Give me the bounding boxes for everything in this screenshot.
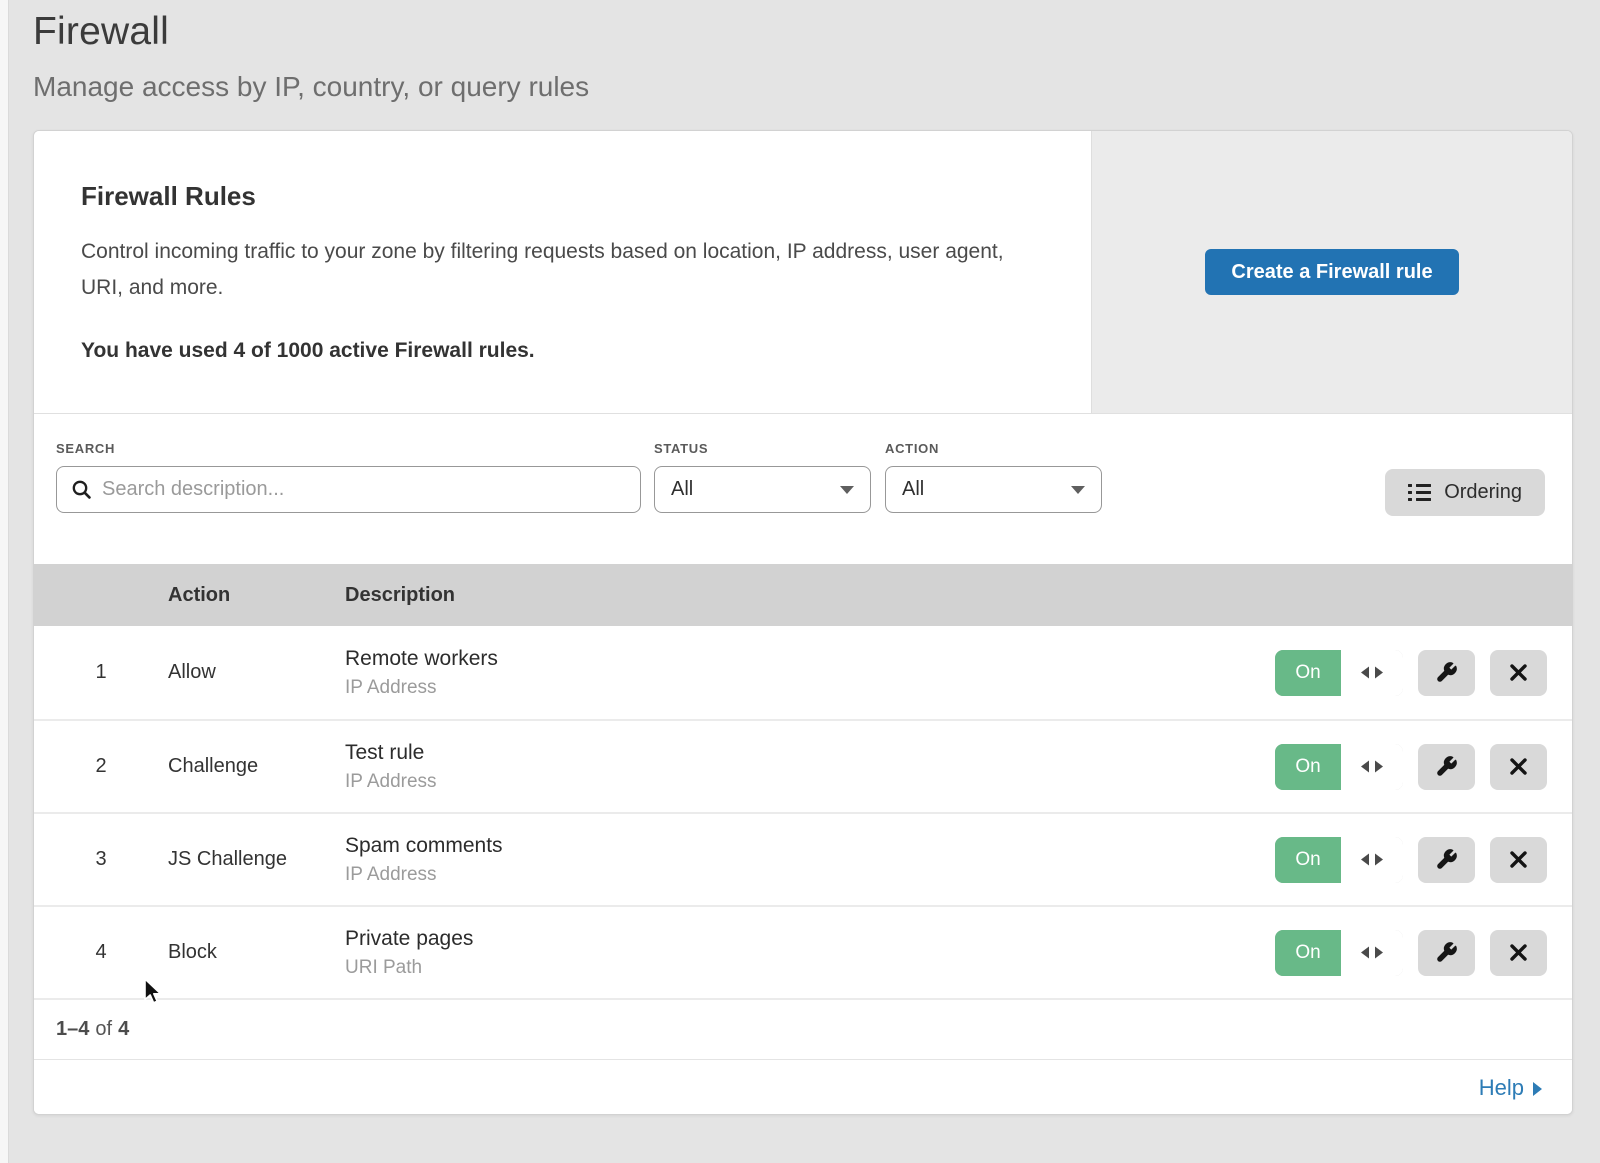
wrench-icon: [1435, 848, 1458, 871]
toggle-on-label: On: [1275, 930, 1341, 976]
column-header-action: Action: [168, 584, 345, 607]
edit-rule-button[interactable]: [1418, 930, 1475, 976]
rule-action: Allow: [168, 661, 345, 684]
delete-rule-button[interactable]: [1490, 930, 1547, 976]
section-heading: Firewall Rules: [81, 181, 1031, 212]
status-filter-group: STATUS All: [654, 441, 871, 513]
search-label: SEARCH: [56, 441, 641, 456]
filters-bar: SEARCH STATUS All ACTION: [34, 414, 1572, 564]
pagination: 1–4 of 4: [34, 998, 1572, 1059]
delete-rule-button[interactable]: [1490, 650, 1547, 696]
left-right-arrows-icon: [1360, 760, 1384, 773]
edit-rule-button[interactable]: [1418, 650, 1475, 696]
help-link[interactable]: Help: [1479, 1075, 1542, 1101]
search-filter-group: SEARCH: [56, 441, 641, 513]
table-row: 2 Challenge Test rule IP Address On: [34, 719, 1572, 812]
rule-description: Spam comments: [345, 834, 1275, 858]
pagination-of: of: [95, 1018, 112, 1041]
page-title: Firewall: [33, 10, 1573, 54]
rule-match-type: IP Address: [345, 677, 1275, 699]
table-header: Action Description: [34, 564, 1572, 626]
action-select[interactable]: All: [885, 466, 1102, 513]
rule-enabled-toggle[interactable]: On: [1275, 930, 1403, 976]
firewall-rules-card: Firewall Rules Control incoming traffic …: [33, 130, 1573, 1115]
create-firewall-rule-button[interactable]: Create a Firewall rule: [1205, 249, 1458, 295]
card-footer: Help: [34, 1059, 1572, 1115]
rule-priority: 4: [34, 941, 168, 964]
ordering-button[interactable]: Ordering: [1385, 469, 1545, 516]
rule-description: Remote workers: [345, 647, 1275, 671]
rule-enabled-toggle[interactable]: On: [1275, 837, 1403, 883]
page-subtitle: Manage access by IP, country, or query r…: [33, 71, 1573, 103]
pagination-range: 1–4: [56, 1018, 89, 1041]
chevron-down-icon: [1071, 486, 1085, 494]
rule-enabled-toggle[interactable]: On: [1275, 650, 1403, 696]
wrench-icon: [1435, 941, 1458, 964]
rule-match-type: IP Address: [345, 771, 1275, 793]
column-header-description: Description: [345, 584, 1572, 607]
rule-match-type: IP Address: [345, 864, 1275, 886]
close-icon: [1508, 849, 1529, 870]
rule-priority: 2: [34, 755, 168, 778]
wrench-icon: [1435, 755, 1458, 778]
table-row: 3 JS Challenge Spam comments IP Address …: [34, 812, 1572, 905]
intro-section: Firewall Rules Control incoming traffic …: [34, 131, 1572, 414]
close-icon: [1508, 662, 1529, 683]
arrow-right-icon: [1533, 1082, 1542, 1096]
ordering-button-label: Ordering: [1444, 481, 1522, 504]
rule-action: JS Challenge: [168, 848, 345, 871]
left-right-arrows-icon: [1360, 946, 1384, 959]
action-select-value: All: [902, 478, 924, 501]
rules-table-body: 1 Allow Remote workers IP Address On: [34, 626, 1572, 998]
search-box[interactable]: [56, 466, 641, 513]
delete-rule-button[interactable]: [1490, 837, 1547, 883]
status-label: STATUS: [654, 441, 871, 456]
pagination-total: 4: [118, 1018, 129, 1041]
left-edge-strip: [0, 0, 9, 1163]
section-description: Control incoming traffic to your zone by…: [81, 234, 1031, 306]
rule-enabled-toggle[interactable]: On: [1275, 744, 1403, 790]
edit-rule-button[interactable]: [1418, 837, 1475, 883]
create-rule-panel: Create a Firewall rule: [1091, 131, 1572, 413]
search-icon: [71, 479, 92, 500]
help-link-label: Help: [1479, 1075, 1524, 1101]
table-row: 4 Block Private pages URI Path On: [34, 905, 1572, 998]
close-icon: [1508, 942, 1529, 963]
rule-priority: 1: [34, 661, 168, 684]
rule-action: Challenge: [168, 755, 345, 778]
chevron-down-icon: [840, 486, 854, 494]
toggle-on-label: On: [1275, 837, 1341, 883]
toggle-handle[interactable]: [1341, 930, 1403, 976]
action-filter-group: ACTION All: [885, 441, 1102, 513]
intro-text-panel: Firewall Rules Control incoming traffic …: [34, 131, 1091, 413]
status-select-value: All: [671, 478, 693, 501]
rule-match-type: URI Path: [345, 957, 1275, 979]
action-label: ACTION: [885, 441, 1102, 456]
rule-description: Test rule: [345, 741, 1275, 765]
left-right-arrows-icon: [1360, 853, 1384, 866]
status-select[interactable]: All: [654, 466, 871, 513]
edit-rule-button[interactable]: [1418, 744, 1475, 790]
close-icon: [1508, 756, 1529, 777]
toggle-handle[interactable]: [1341, 837, 1403, 883]
rule-priority: 3: [34, 848, 168, 871]
ordered-list-icon: [1408, 483, 1431, 502]
firewall-page: Firewall Manage access by IP, country, o…: [33, 0, 1573, 1115]
toggle-on-label: On: [1275, 744, 1341, 790]
toggle-handle[interactable]: [1341, 744, 1403, 790]
left-right-arrows-icon: [1360, 666, 1384, 679]
table-row: 1 Allow Remote workers IP Address On: [34, 626, 1572, 719]
toggle-on-label: On: [1275, 650, 1341, 696]
rule-description: Private pages: [345, 927, 1275, 951]
search-input[interactable]: [102, 478, 626, 501]
toggle-handle[interactable]: [1341, 650, 1403, 696]
usage-summary: You have used 4 of 1000 active Firewall …: [81, 339, 1031, 363]
wrench-icon: [1435, 661, 1458, 684]
rule-action: Block: [168, 941, 345, 964]
delete-rule-button[interactable]: [1490, 744, 1547, 790]
